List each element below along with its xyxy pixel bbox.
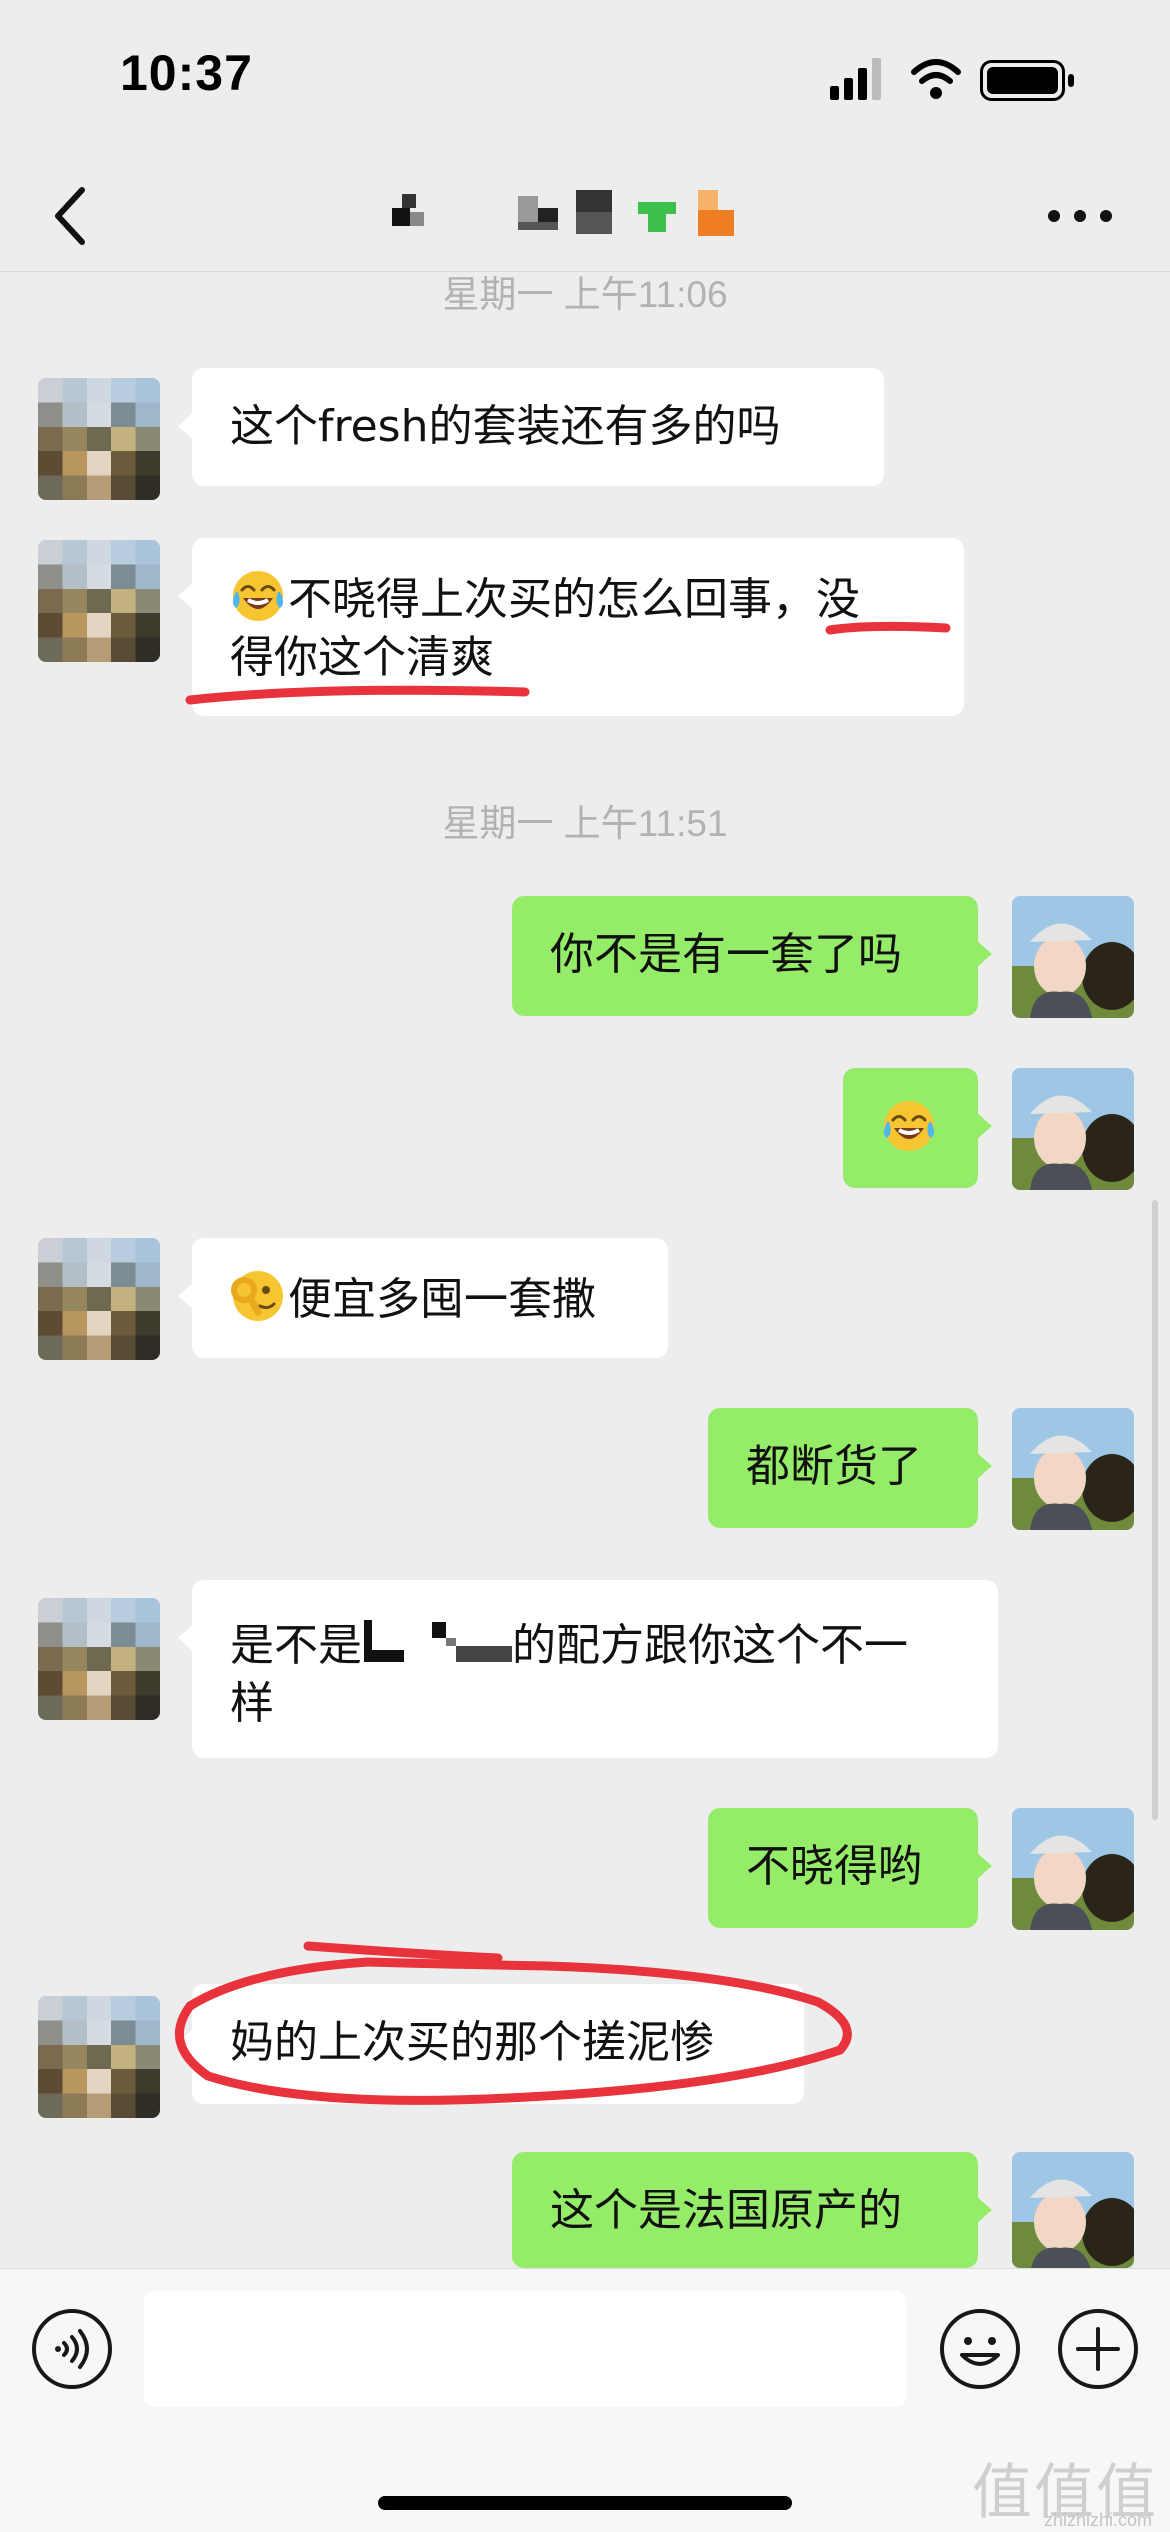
my-avatar[interactable]	[1012, 1068, 1134, 1190]
message-text: 不晓得哟	[746, 1841, 922, 1892]
contact-avatar[interactable]	[38, 540, 160, 662]
back-button[interactable]	[40, 178, 104, 254]
more-button[interactable]	[1040, 186, 1120, 246]
message-bubble-out[interactable]: 你不是有一套了吗	[512, 896, 992, 1016]
message-bubble-out[interactable]	[843, 1068, 992, 1188]
my-avatar[interactable]	[1012, 1408, 1134, 1530]
message-bubble-in[interactable]: 是不是 的配方跟你这个不一 样	[178, 1580, 998, 1758]
message-text: 是不是	[230, 1620, 362, 1671]
status-time: 10:37	[120, 45, 253, 101]
nav-bar	[0, 160, 1170, 272]
message-text: 的配方跟你这个不一	[512, 1620, 908, 1671]
contact-avatar[interactable]	[38, 1598, 160, 1720]
message-text: 便宜多囤一套撒	[288, 1274, 596, 1325]
message-bubble-in[interactable]: 不晓得上次买的怎么回事，没 得你这个清爽	[178, 538, 964, 716]
scrollbar[interactable]	[1152, 1200, 1158, 1820]
tears-of-joy-emoji	[233, 571, 283, 621]
contact-avatar[interactable]	[38, 1996, 160, 2118]
redacted-text	[364, 1620, 512, 1662]
message-bubble-out[interactable]: 不晓得哟	[708, 1808, 992, 1928]
message-text: 不晓得上次买的怎么回事，没	[288, 574, 860, 625]
smiley-icon	[940, 2309, 1020, 2389]
my-avatar[interactable]	[1012, 2152, 1134, 2268]
my-avatar[interactable]	[1012, 1808, 1134, 1930]
wifi-icon	[911, 59, 961, 99]
cellular-signal-icon	[830, 58, 881, 100]
more-dots-icon	[1048, 210, 1112, 222]
message-text: 你不是有一套了吗	[550, 929, 902, 980]
voice-button[interactable]	[30, 2307, 114, 2391]
plus-button[interactable]	[1056, 2307, 1140, 2391]
message-text: 得你这个清爽	[230, 632, 494, 683]
voice-icon	[32, 2309, 112, 2389]
message-text: 样	[230, 1678, 274, 1729]
status-bar: 10:37	[0, 0, 1170, 160]
message-text: 妈的上次买的那个搓泥惨	[230, 2017, 714, 2068]
timestamp: 星期一 上午11:51	[442, 803, 728, 844]
message-bubble-in[interactable]: 便宜多囤一套撒	[178, 1238, 668, 1358]
contact-avatar[interactable]	[38, 378, 160, 500]
tears-of-joy-emoji	[884, 1101, 934, 1151]
home-indicator[interactable]	[378, 2496, 792, 2510]
contact-avatar[interactable]	[38, 1238, 160, 1360]
message-text: 这个fresh的套装还有多的吗	[230, 401, 781, 452]
message-text: 这个是法国原产的	[550, 2185, 902, 2236]
message-bubble-out[interactable]: 这个是法国原产的	[512, 2152, 992, 2268]
plus-icon	[1058, 2309, 1138, 2389]
watermark-url: zhizhizhi.com	[1043, 2510, 1152, 2530]
message-bubble-in[interactable]: 妈的上次买的那个搓泥惨	[178, 1984, 804, 2104]
message-text: 都断货了	[746, 1441, 922, 1492]
timestamp: 星期一 上午11:06	[442, 274, 728, 315]
my-avatar[interactable]	[1012, 896, 1134, 1018]
emoji-button[interactable]	[938, 2307, 1022, 2391]
message-bubble-in[interactable]: 这个fresh的套装还有多的吗	[178, 368, 884, 486]
status-icons	[830, 58, 1074, 101]
battery-icon	[980, 60, 1074, 101]
message-bubble-out[interactable]: 都断货了	[708, 1408, 992, 1528]
message-input[interactable]	[144, 2291, 906, 2407]
contact-name-redacted	[392, 190, 734, 236]
ok-hand-face-emoji	[231, 1271, 283, 1321]
